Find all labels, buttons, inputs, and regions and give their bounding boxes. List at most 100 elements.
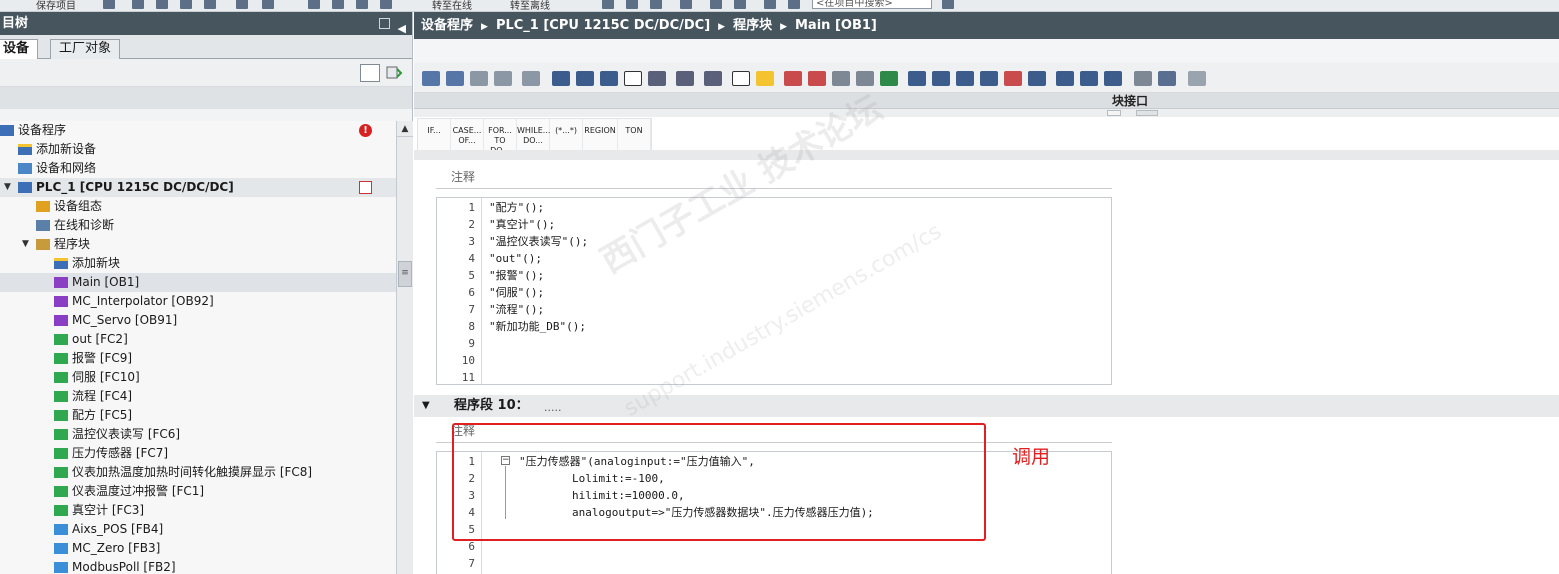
step-icon[interactable] <box>1028 71 1046 86</box>
tree-item-servo-fc10[interactable]: 伺服 [FC10] <box>0 368 396 387</box>
step-into-icon[interactable] <box>1056 71 1074 86</box>
download-icon[interactable] <box>332 0 344 11</box>
block-interface-splitter[interactable] <box>414 109 1559 117</box>
tree-item-mc-interpolator[interactable]: MC_Interpolator [OB92] <box>0 292 396 311</box>
expand-arrow-icon[interactable]: ▼ <box>4 178 11 197</box>
delete-bookmarks-icon[interactable] <box>956 71 974 86</box>
code-text[interactable]: "报警"(); <box>489 267 544 284</box>
previous-bookmark-icon[interactable] <box>908 71 926 86</box>
code-text[interactable]: "真空计"(); <box>489 216 555 233</box>
comment-icon[interactable] <box>624 71 642 86</box>
goto-line-icon[interactable] <box>832 71 850 86</box>
glasses-monitor-icon[interactable] <box>1158 71 1176 86</box>
cut-icon[interactable] <box>132 0 144 11</box>
block-comments-icon[interactable] <box>600 71 618 86</box>
redo-icon[interactable] <box>262 0 274 11</box>
copy-icon[interactable] <box>156 0 168 11</box>
scroll-thumb[interactable]: ≡ <box>398 261 412 287</box>
paste-icon[interactable] <box>180 0 192 11</box>
settings-icon[interactable] <box>1134 71 1152 86</box>
undo-icon[interactable] <box>236 0 248 11</box>
for-instruction-button[interactable]: FOR... TO DO... <box>484 119 517 155</box>
code-text[interactable]: "温控仪表读写"(); <box>489 233 588 250</box>
tree-item-alarm-fc9[interactable]: 报警 [FC9] <box>0 349 396 368</box>
delete-window-icon[interactable] <box>788 0 800 11</box>
segment10-title-placeholder[interactable]: ..... <box>544 397 561 419</box>
tree-item-mc-zero-fb3[interactable]: MC_Zero [FB3] <box>0 539 396 558</box>
go-offline-button[interactable]: 转至离线 <box>510 0 550 11</box>
tree-item-vacuum-gauge-fc3[interactable]: 真空计 [FC3] <box>0 501 396 520</box>
segment10-header[interactable]: ▼ 程序段 10： ..... <box>414 395 1559 417</box>
tree-item-recipe-fc5[interactable]: 配方 [FC5] <box>0 406 396 425</box>
highlight-icon[interactable] <box>756 71 774 86</box>
tree-item-device-config[interactable]: 设备组态 <box>0 197 396 216</box>
split-vertical-icon[interactable] <box>734 0 746 11</box>
ton-instruction-button[interactable]: TON <box>618 119 651 151</box>
accessible-devices-icon[interactable] <box>602 0 614 11</box>
code-text[interactable]: "配方"(); <box>489 199 544 216</box>
cross-reference-icon[interactable] <box>680 0 692 11</box>
collapse-segment-icon[interactable]: ▼ <box>422 400 430 411</box>
splitter-handle[interactable] <box>1107 110 1121 116</box>
scroll-up-icon[interactable]: ▲ <box>397 121 413 137</box>
tree-item-process-fc4[interactable]: 流程 [FC4] <box>0 387 396 406</box>
search-icon[interactable] <box>942 0 954 11</box>
tree-item-device-program[interactable]: 设备程序 <box>0 121 396 140</box>
tree-item-devices-networks[interactable]: 设备和网络 <box>0 159 396 178</box>
align-icon[interactable] <box>980 71 998 86</box>
region-instruction-button[interactable]: REGION <box>583 119 618 151</box>
tree-item-online-diagnostics[interactable]: 在线和诊断 <box>0 216 396 235</box>
comment-instruction-button[interactable]: (*...*) <box>550 119 583 151</box>
database-icon[interactable] <box>1188 71 1206 86</box>
pin-icon[interactable] <box>379 18 390 29</box>
tab-plant-objects[interactable]: 工厂对象 <box>50 39 121 59</box>
tree-item-main-ob1[interactable]: Main [OB1] <box>0 273 396 292</box>
segment9-code-editor[interactable]: 1 "配方"(); 2 "真空计"(); 3 "温控仪表读写"(); 4 "out"()… <box>436 197 1112 385</box>
code-text[interactable]: "流程"(); <box>489 301 544 318</box>
simulate-icon[interactable] <box>380 0 392 11</box>
code-text[interactable]: "out"(); <box>489 250 542 267</box>
next-bookmark-icon[interactable] <box>932 71 950 86</box>
tree-item-heating-display-fc8[interactable]: 仪表加热温度加热时间转化触摸屏显示 [FC8] <box>0 463 396 482</box>
segment9-comment[interactable]: 注释 <box>436 167 1112 189</box>
refresh-icon[interactable] <box>384 64 404 82</box>
step-out-icon[interactable] <box>1104 71 1122 86</box>
project-search-input[interactable]: <在项目中搜索> <box>812 0 932 9</box>
block-interface-bar[interactable]: 块接口 <box>414 93 1559 109</box>
close-window-icon[interactable] <box>764 0 776 11</box>
tree-item-plc[interactable]: ▼ PLC_1 [CPU 1215C DC/DC/DC] <box>0 178 396 197</box>
tree-item-temp-controller-fc6[interactable]: 温控仪表读写 [FC6] <box>0 425 396 444</box>
tree-item-modbuspoll-fb2[interactable]: ModbusPoll [FB2] <box>0 558 396 574</box>
tree-item-pressure-sensor-fc7[interactable]: 压力传感器 [FC7] <box>0 444 396 463</box>
tree-scrollbar[interactable]: ▲ ≡ <box>396 121 413 574</box>
code-text[interactable]: "伺服"(); <box>489 284 544 301</box>
toggle-tags-icon[interactable] <box>648 71 666 86</box>
while-instruction-button[interactable]: WHILE... DO... <box>517 119 550 151</box>
if-instruction-button[interactable]: IF... <box>418 119 451 151</box>
splitter-dropdown[interactable] <box>1136 110 1158 116</box>
expand-arrow-icon[interactable]: ▼ <box>22 235 29 254</box>
collapse-all-icon[interactable] <box>732 71 750 86</box>
breadcrumb-item-program-blocks[interactable]: 程序块 <box>733 18 772 33</box>
tree-item-out-fc2[interactable]: out [FC2] <box>0 330 396 349</box>
split-horizontal-icon[interactable] <box>710 0 722 11</box>
breadcrumb-item-device-program[interactable]: 设备程序 <box>421 18 473 33</box>
breakpoint-icon[interactable] <box>784 71 802 86</box>
delete-network-icon[interactable] <box>446 71 464 86</box>
code-text[interactable]: "新加功能_DB"(); <box>489 318 586 335</box>
tree-item-overshoot-alarm-fc1[interactable]: 仪表温度过冲报警 [FC1] <box>0 482 396 501</box>
insert-row-icon[interactable] <box>470 71 488 86</box>
tree-item-add-device[interactable]: 添加新设备 <box>0 140 396 159</box>
outdent-icon[interactable] <box>576 71 594 86</box>
tree-item-aixs-pos-fb4[interactable]: Aixs_POS [FB4] <box>0 520 396 539</box>
save-project-button[interactable]: 保存项目 <box>36 0 76 11</box>
absolute-operands-icon[interactable] <box>704 71 722 86</box>
stop-cpu-icon[interactable] <box>650 0 662 11</box>
breadcrumb-item-plc[interactable]: PLC_1 [CPU 1215C DC/DC/DC] <box>496 18 710 33</box>
indent-icon[interactable] <box>552 71 570 86</box>
start-cpu-icon[interactable] <box>626 0 638 11</box>
call-tree-icon[interactable] <box>1004 71 1022 86</box>
breadcrumb-item-main[interactable]: Main [OB1] <box>795 18 877 33</box>
compile-icon[interactable] <box>308 0 320 11</box>
reset-start-values-icon[interactable] <box>522 71 540 86</box>
